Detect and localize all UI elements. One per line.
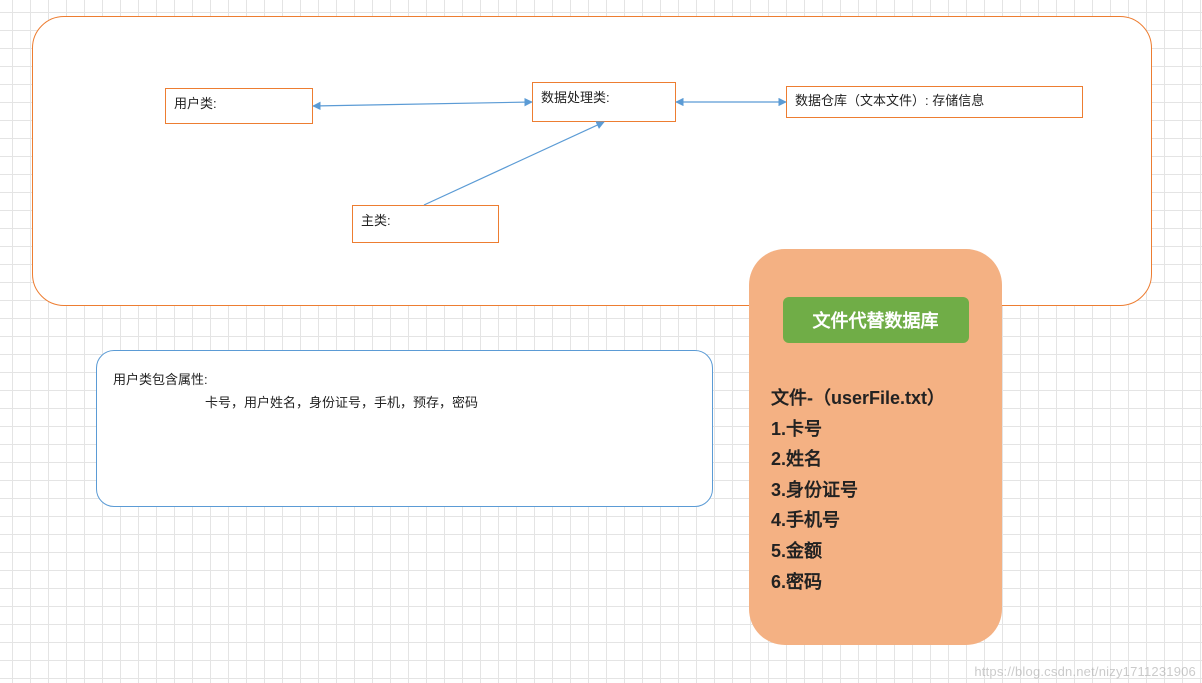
file-item: 3.身份证号: [771, 475, 1002, 506]
file-card-header: 文件代替数据库: [783, 297, 969, 343]
attributes-title: 用户类包含属性:: [113, 369, 696, 388]
file-item: 5.金额: [771, 536, 1002, 567]
file-title: 文件-（userFile.txt）: [771, 383, 1002, 414]
file-item: 1.卡号: [771, 414, 1002, 445]
file-item: 6.密码: [771, 567, 1002, 598]
data-store-box: 数据仓库（文本文件）: 存储信息: [786, 86, 1083, 118]
data-process-label: 数据处理类:: [541, 90, 610, 105]
file-item: 4.手机号: [771, 505, 1002, 536]
watermark: https://blog.csdn.net/nizy1711231906: [974, 664, 1196, 679]
file-item: 2.姓名: [771, 444, 1002, 475]
user-class-label: 用户类:: [174, 96, 217, 111]
attributes-panel: 用户类包含属性: 卡号，用户姓名，身份证号，手机，预存，密码: [96, 350, 713, 507]
user-class-box: 用户类:: [165, 88, 313, 124]
file-card-body: 文件-（userFile.txt） 1.卡号 2.姓名 3.身份证号 4.手机号…: [771, 383, 1002, 597]
file-card: 文件代替数据库 文件-（userFile.txt） 1.卡号 2.姓名 3.身份…: [749, 249, 1002, 645]
attributes-list: 卡号，用户姓名，身份证号，手机，预存，密码: [205, 392, 696, 411]
data-store-label: 数据仓库（文本文件）: 存储信息: [795, 93, 984, 108]
data-process-box: 数据处理类:: [532, 82, 676, 122]
main-class-box: 主类:: [352, 205, 499, 243]
main-class-label: 主类:: [361, 213, 391, 228]
